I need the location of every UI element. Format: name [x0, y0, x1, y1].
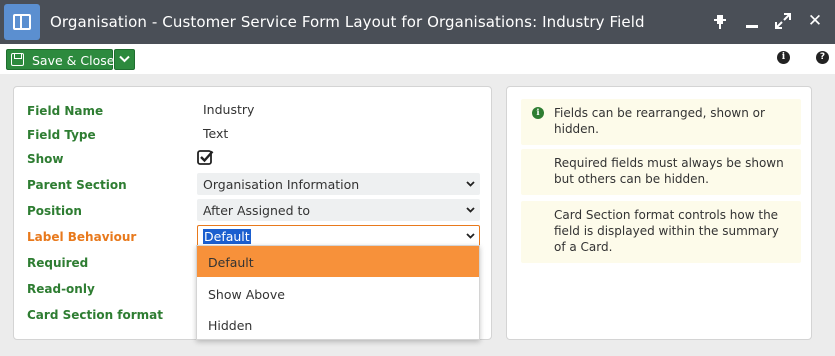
- save-and-close-button[interactable]: Save & Close: [6, 49, 115, 70]
- parent-section-value: Organisation Information: [203, 177, 360, 192]
- save-and-close-label: Save & Close: [32, 53, 115, 68]
- pin-icon[interactable]: [709, 10, 731, 32]
- field-name-label: Field Name: [27, 104, 104, 118]
- card-section-format-label: Card Section format: [27, 308, 164, 322]
- position-select[interactable]: After Assigned to: [197, 199, 480, 221]
- field-name-value: Industry: [203, 102, 255, 117]
- maximize-icon[interactable]: [772, 10, 794, 32]
- save-disk-icon: [11, 53, 24, 66]
- note-text: Fields can be rearranged, shown or hidde…: [554, 106, 765, 136]
- checkbox-checked-icon: [197, 150, 214, 165]
- note-text: Required fields must always be shown but…: [554, 156, 784, 186]
- form-layout-icon: [4, 4, 40, 40]
- window-title: Organisation - Customer Service Form Lay…: [50, 13, 645, 31]
- info-icon: i: [532, 107, 544, 119]
- position-value: After Assigned to: [203, 203, 311, 218]
- option-default[interactable]: Default: [197, 246, 479, 277]
- help-icon[interactable]: ?: [816, 51, 829, 64]
- info-note: i Fields can be rearranged, shown or hid…: [521, 99, 801, 145]
- option-show-above[interactable]: Show Above: [197, 278, 479, 309]
- info-note: Required fields must always be shown but…: [521, 149, 801, 195]
- chevron-down-icon: [466, 181, 475, 187]
- label-behaviour-dropdown-list: Default Show Above Hidden: [196, 245, 480, 340]
- chevron-down-icon: [466, 233, 475, 239]
- title-bar: Organisation - Customer Service Form Lay…: [0, 0, 835, 44]
- parent-section-select[interactable]: Organisation Information: [197, 173, 480, 195]
- chevron-down-icon: [119, 55, 130, 63]
- label-behaviour-select[interactable]: Default: [197, 225, 480, 247]
- help-notes-panel: i Fields can be rearranged, shown or hid…: [506, 86, 812, 340]
- show-checkbox[interactable]: [197, 149, 214, 165]
- label-behaviour-label: Label Behaviour: [27, 230, 137, 244]
- minimize-icon[interactable]: [741, 10, 763, 32]
- note-text: Card Section format controls how the fie…: [554, 208, 779, 254]
- label-behaviour-value: Default: [203, 229, 251, 244]
- save-options-dropdown-button[interactable]: [114, 49, 135, 70]
- position-label: Position: [27, 204, 82, 218]
- chevron-down-icon: [466, 207, 475, 213]
- show-label: Show: [27, 152, 64, 166]
- info-note: Card Section format controls how the fie…: [521, 201, 801, 263]
- field-type-value: Text: [203, 126, 229, 141]
- close-icon[interactable]: ✕: [804, 10, 826, 32]
- field-type-label: Field Type: [27, 128, 96, 142]
- option-label: Hidden: [208, 318, 253, 333]
- toolbar: Save & Close i ?: [0, 44, 835, 74]
- option-hidden[interactable]: Hidden: [197, 309, 479, 340]
- parent-section-label: Parent Section: [27, 178, 127, 192]
- info-icon[interactable]: i: [777, 51, 790, 64]
- required-label: Required: [27, 256, 89, 270]
- option-label: Default: [208, 255, 254, 270]
- read-only-label: Read-only: [27, 282, 95, 296]
- option-label: Show Above: [208, 287, 285, 302]
